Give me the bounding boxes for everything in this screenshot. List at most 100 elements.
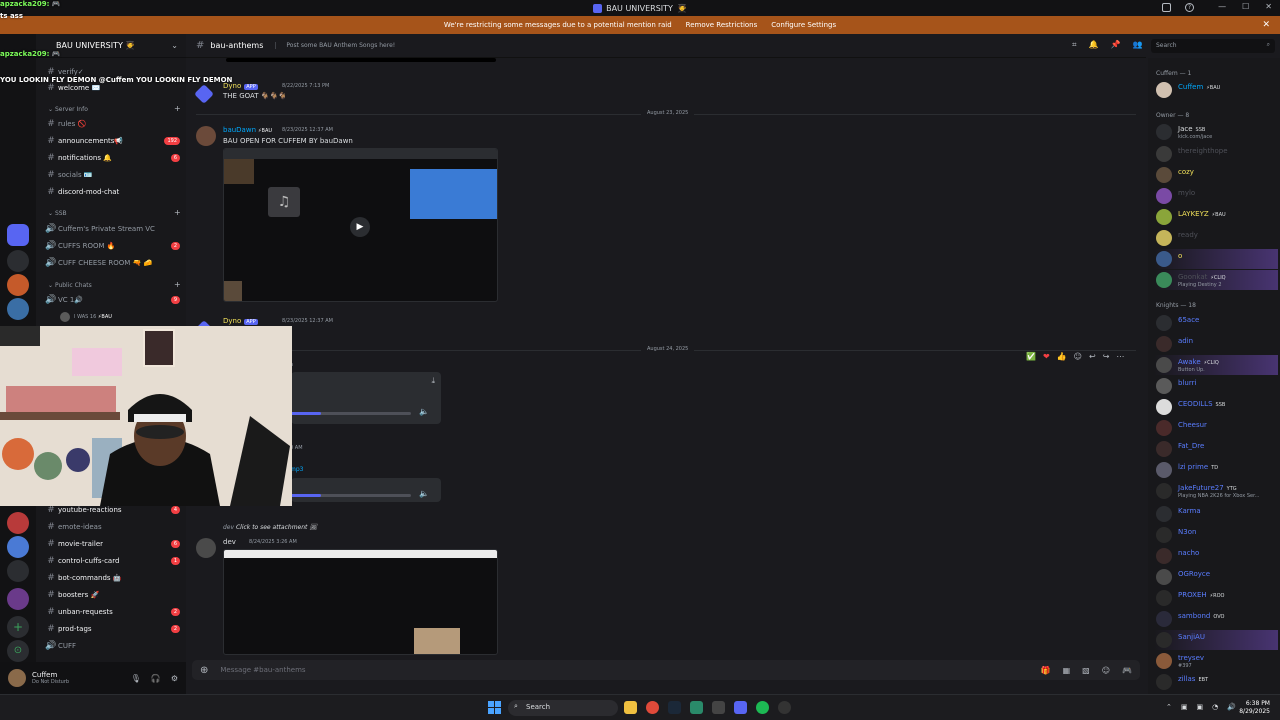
close-window-button[interactable]: ✕ <box>1265 2 1272 11</box>
more-options-icon[interactable]: ⋯ <box>1116 352 1124 361</box>
member-karma[interactable]: Karma <box>1154 504 1278 524</box>
member-sanjiau[interactable]: SanjiAU <box>1154 630 1278 650</box>
steam-icon[interactable] <box>668 701 681 714</box>
channel-bot-commands[interactable]: # bot-commands 🤖 <box>44 570 184 586</box>
member-ceodills[interactable]: CEODILLS SSB <box>1154 397 1278 417</box>
voice-channel-private-stream[interactable]: 🔊 Cuffem's Private Stream VC <box>44 221 184 237</box>
reply-preview[interactable]: dev Click to see attachment 🖼 <box>223 524 317 531</box>
member-adin[interactable]: adin <box>1154 334 1278 354</box>
channel-verify[interactable]: # verify✓ <box>44 64 184 80</box>
category-public-chats[interactable]: ⌄ Public Chats + <box>48 280 181 289</box>
member-jakefuture27[interactable]: JakeFuture27 YTG Playing NBA 2K26 for Xbox… <box>1154 481 1278 501</box>
dyno-avatar[interactable] <box>194 84 214 104</box>
minimize-button[interactable]: — <box>1218 2 1226 11</box>
channel-movie-trailer[interactable]: # movie-trailer 6 <box>44 536 184 552</box>
members-icon[interactable]: 👥 <box>1132 40 1142 50</box>
channel-socials[interactable]: # socials 🪪 <box>44 167 184 183</box>
server-icon-3[interactable] <box>7 274 29 296</box>
add-attachment-icon[interactable]: ⊕ <box>200 665 208 676</box>
server-icon-7[interactable] <box>7 560 29 582</box>
server-icon-6[interactable] <box>7 536 29 558</box>
server-icon-2[interactable] <box>7 250 29 272</box>
audio-attachment[interactable]: 🔈 <box>291 478 441 502</box>
configure-settings-link[interactable]: Configure Settings <box>771 21 836 29</box>
channel-discord-mod-chat[interactable]: # discord-mod-chat <box>44 184 184 200</box>
thumbs-up-reaction-icon[interactable]: 👍 <box>1057 352 1067 361</box>
member-lzi-prime[interactable]: lzi prime TD <box>1154 460 1278 480</box>
server-header[interactable]: BAU UNIVERSITY 🧑‍🎓 ⌄ <box>36 34 186 58</box>
gift-icon[interactable]: 🎁 <box>1041 666 1051 675</box>
voice-channel-vc1[interactable]: 🔊 VC 1🔊 9 <box>44 292 184 308</box>
tray-chevron-icon[interactable]: ⌃ <box>1166 703 1172 711</box>
server-icon-4[interactable] <box>7 298 29 320</box>
voice-channel-cuffs-room[interactable]: 🔊 CUFFS ROOM 🔥 2 <box>44 238 184 254</box>
gear-icon[interactable]: ⚙ <box>171 674 178 683</box>
member-zillas[interactable]: zillas EBT <box>1154 672 1278 692</box>
download-icon[interactable]: ⤓ <box>431 376 435 386</box>
member-ogroyce[interactable]: OGRoyce <box>1154 567 1278 587</box>
server-icon-8[interactable] <box>7 588 29 610</box>
add-reaction-icon[interactable]: ☺ <box>1074 352 1082 361</box>
add-channel-icon[interactable]: + <box>174 104 181 113</box>
member-n3on[interactable]: N3on <box>1154 525 1278 545</box>
voice-user[interactable]: I WAS 16 ⚡BAU <box>60 309 200 325</box>
channel-unban-requests[interactable]: # unban-requests 2 <box>44 604 184 620</box>
member-65ace[interactable]: 65ace <box>1154 313 1278 333</box>
file-name-partial[interactable]: mp3 <box>290 466 303 473</box>
member-nacho[interactable]: nacho <box>1154 546 1278 566</box>
member-mylo[interactable]: mylo <box>1154 186 1278 206</box>
discover-icon[interactable]: ⊙ <box>7 640 29 662</box>
message-author[interactable]: Dyno APP <box>223 82 258 90</box>
chrome-icon[interactable] <box>646 701 659 714</box>
pin-icon[interactable]: 📌 <box>1110 40 1120 50</box>
message-author[interactable]: Dyno APP <box>223 317 258 325</box>
add-channel-icon[interactable]: + <box>174 280 181 289</box>
windows-start-icon[interactable] <box>488 701 501 714</box>
baudawn-avatar[interactable] <box>196 126 216 146</box>
voice-channel-cuff-cheese-room[interactable]: 🔊 CUFF CHEESE ROOM 🔫 🧀 <box>44 255 184 271</box>
gif-icon[interactable]: ▦ <box>1063 666 1071 675</box>
message-composer[interactable]: ⊕ Message #bau-anthems 🎁 ▦ ▧ ☺ 🎮 <box>192 660 1140 680</box>
maximize-button[interactable]: ☐ <box>1242 2 1249 11</box>
help-icon[interactable]: ? <box>1185 3 1194 12</box>
channel-prod-tags[interactable]: # prod-tags 2 <box>44 621 184 637</box>
play-icon[interactable]: ▶ <box>350 217 370 237</box>
apps-icon[interactable]: 🎮 <box>1122 666 1132 675</box>
channel-notifications[interactable]: # notifications 🔔 6 <box>44 150 184 166</box>
microphone-icon[interactable]: 🎙 <box>131 674 141 683</box>
spotify-icon[interactable] <box>756 701 769 714</box>
member-jace[interactable]: Jace SSB kick.com/jace <box>1154 122 1278 142</box>
channel-emote-ideas[interactable]: # emote-ideas <box>44 519 184 535</box>
member-treysev[interactable]: treysev #397 <box>1154 651 1278 671</box>
remove-restrictions-link[interactable]: Remove Restrictions <box>686 21 758 29</box>
add-channel-icon[interactable]: + <box>174 208 181 217</box>
channel-announcements[interactable]: # announcements📢 192 <box>44 133 184 149</box>
server-icon-5[interactable] <box>7 512 29 534</box>
audio-attachment[interactable]: ⤓ 🔈 <box>291 372 441 424</box>
category-server-info[interactable]: ⌄ Server Info + <box>48 104 181 113</box>
tray-app-icon[interactable]: ▣ <box>1181 703 1188 711</box>
volume-icon[interactable]: 🔈 <box>419 489 429 498</box>
member-fat-dre[interactable]: Fat_Dre <box>1154 439 1278 459</box>
wifi-icon[interactable]: ◔ <box>1212 703 1218 711</box>
tray-app-icon-2[interactable]: ▣ <box>1197 703 1204 711</box>
member-cozy[interactable]: cozy <box>1154 165 1278 185</box>
video-embed[interactable]: ♫ ▶ <box>223 148 498 302</box>
channel-rules[interactable]: # rules 🚫 <box>44 116 184 132</box>
user-avatar[interactable] <box>8 669 26 687</box>
reply-icon[interactable]: ↩ <box>1089 352 1096 361</box>
member-ready[interactable]: ready <box>1154 228 1278 248</box>
channel-welcome[interactable]: # welcome ✉️ <box>44 80 184 96</box>
taskbar-search[interactable]: ⌕ Search <box>508 700 618 716</box>
channel-control-cuffs-card[interactable]: # control-cuffs-card 1 <box>44 553 184 569</box>
message-author[interactable]: dev <box>223 538 236 546</box>
server-icon-bau[interactable] <box>7 224 29 246</box>
discord-icon[interactable] <box>734 701 747 714</box>
member-cuffem[interactable]: Cuffem ⚡BAU <box>1154 80 1278 100</box>
taskbar-clock[interactable]: 6:38 PM 8/29/2025 <box>1239 700 1270 716</box>
chevron-down-icon[interactable]: ⌄ <box>171 41 178 50</box>
add-server-icon[interactable]: + <box>7 616 29 638</box>
dev-avatar[interactable] <box>196 538 216 558</box>
headphones-icon[interactable]: 🎧 <box>151 674 161 683</box>
forward-icon[interactable]: ↪ <box>1103 352 1110 361</box>
